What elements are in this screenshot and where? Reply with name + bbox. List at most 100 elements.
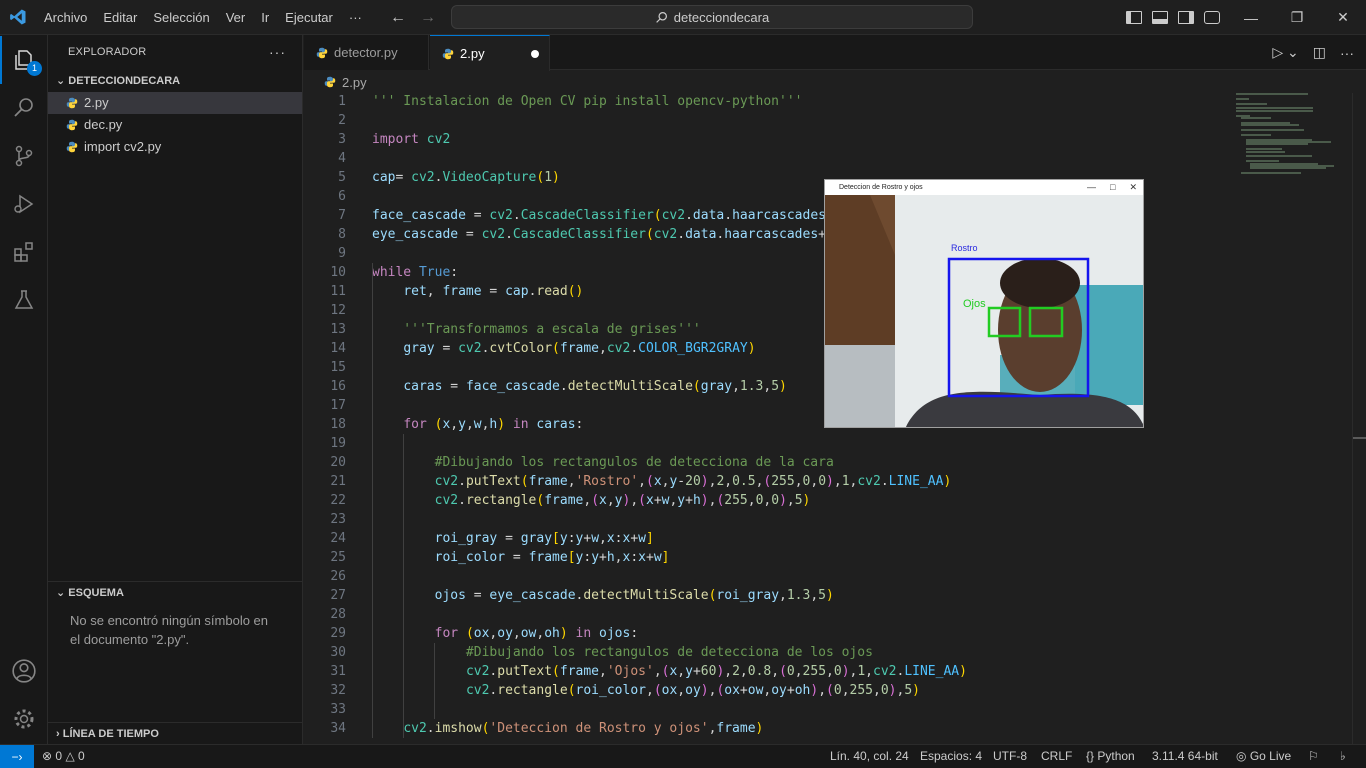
toggle-secondary-sidebar-icon[interactable]: [1178, 11, 1194, 24]
run-play-icon[interactable]: ▷ ⌄: [1272, 44, 1298, 61]
cursor-position[interactable]: Lín. 40, col. 24: [830, 745, 909, 768]
broadcast-icon: ◎: [1236, 749, 1247, 763]
code-line[interactable]: 19: [304, 434, 1366, 453]
line-number: 17: [330, 398, 346, 413]
code-text: #Dibujando los rectangulos de detecciona…: [465, 645, 873, 660]
remote-indicator-icon[interactable]: −›: [0, 745, 34, 768]
timeline-section-header[interactable]: › LÍNEA DE TIEMPO: [48, 722, 302, 744]
customize-layout-icon[interactable]: [1204, 11, 1220, 24]
accounts-icon[interactable]: [0, 647, 48, 695]
split-editor-icon[interactable]: ◫: [1313, 44, 1326, 61]
code-line[interactable]: 1 ''' Instalacion de Open CV pip install …: [304, 93, 1366, 111]
restore-icon[interactable]: ❐: [1274, 9, 1320, 26]
feedback-icon[interactable]: ⚐: [1308, 745, 1319, 768]
minimap-line: [1240, 133, 1271, 136]
outline-section-header[interactable]: ⌄ ESQUEMA: [48, 581, 302, 603]
close-window-icon[interactable]: ✕: [1320, 9, 1366, 26]
code-text: caras = face_cascade.detectMultiScale(gr…: [403, 379, 787, 394]
toggle-sidebar-icon[interactable]: [1126, 11, 1142, 24]
indentation[interactable]: Espacios: 4: [920, 745, 982, 768]
line-number: 1: [338, 94, 346, 109]
chevron-right-icon: ›: [56, 728, 60, 740]
forward-arrow-icon[interactable]: →: [420, 9, 436, 27]
folder-name: DETECCIONDECARA: [68, 75, 181, 87]
tab-2py[interactable]: 2.py: [430, 35, 550, 71]
line-number: 2: [338, 113, 346, 128]
code-line[interactable]: 26: [304, 567, 1366, 586]
code-line[interactable]: 32 cv2.rectangle(roi_color,(ox,oy),(ox+o…: [304, 681, 1366, 700]
toggle-panel-icon[interactable]: [1152, 11, 1168, 24]
editor-tabs: detector.py 2.py ▷ ⌄ ◫ ···: [304, 35, 1366, 71]
menu-archivo[interactable]: Archivo: [36, 0, 95, 35]
menu-seleccion[interactable]: Selección: [145, 0, 217, 35]
cam-minimize-icon[interactable]: —: [1087, 180, 1096, 195]
tab-detector[interactable]: detector.py: [304, 35, 429, 70]
code-line[interactable]: 28: [304, 605, 1366, 624]
code-line[interactable]: 27 ojos = eye_cascade.detectMultiScale(r…: [304, 586, 1366, 605]
menu-ejecutar[interactable]: Ejecutar: [277, 0, 341, 35]
folder-root[interactable]: ⌄ DETECCIONDECARA: [48, 70, 302, 92]
language-mode[interactable]: {} Python: [1086, 745, 1135, 768]
unsaved-dot-icon[interactable]: [531, 50, 539, 58]
go-live-button[interactable]: ◎ Go Live: [1236, 745, 1291, 768]
file-item-2py[interactable]: 2.py: [48, 92, 302, 114]
line-number: 10: [330, 265, 346, 280]
menu-more[interactable]: ···: [341, 0, 370, 35]
line-number: 4: [338, 151, 346, 166]
code-line[interactable]: 4: [304, 149, 1366, 168]
problems-indicator[interactable]: ⊗ 0 △ 0: [42, 745, 85, 768]
go-live-label: Go Live: [1249, 749, 1292, 763]
encoding[interactable]: UTF-8: [993, 745, 1027, 768]
back-arrow-icon[interactable]: ←: [390, 9, 406, 27]
cam-close-icon[interactable]: ✕: [1129, 180, 1137, 195]
code-line[interactable]: 22 cv2.rectangle(frame,(x,y),(x+w,y+h),(…: [304, 491, 1366, 510]
search-view-icon[interactable]: [0, 84, 48, 132]
camera-frame: Rostro Ojos: [825, 195, 1143, 427]
code-line[interactable]: 29 for (ox,oy,ow,oh) in ojos:: [304, 624, 1366, 643]
explorer-title-text: EXPLORADOR: [68, 46, 147, 58]
minimize-icon[interactable]: —: [1228, 10, 1274, 26]
code-line[interactable]: 23: [304, 510, 1366, 529]
run-debug-icon[interactable]: [0, 180, 48, 228]
code-line[interactable]: 3 import cv2: [304, 130, 1366, 149]
more-actions-icon[interactable]: ···: [1340, 45, 1354, 61]
line-number: 28: [330, 607, 346, 622]
camera-window[interactable]: Deteccion de Rostro y ojos — □ ✕ Rostro …: [824, 179, 1144, 428]
line-number: 19: [330, 436, 346, 451]
extensions-icon[interactable]: [0, 228, 48, 276]
code-line[interactable]: 24 roi_gray = gray[y:y+w,x:x+w]: [304, 529, 1366, 548]
explorer-more-button[interactable]: ···: [269, 35, 286, 70]
code-line[interactable]: 21 cv2.putText(frame,'Rostro',(x,y-20),2…: [304, 472, 1366, 491]
code-line[interactable]: 20 #Dibujando los rectangulos de detecci…: [304, 453, 1366, 472]
tab-label: detector.py: [334, 45, 398, 60]
explorer-icon[interactable]: 1: [0, 36, 48, 84]
file-item-import-cv2[interactable]: import cv2.py: [48, 136, 302, 158]
menu-ver[interactable]: Ver: [218, 0, 254, 35]
source-control-icon[interactable]: [0, 132, 48, 180]
command-center-search[interactable]: detecciondecara: [451, 5, 973, 29]
minimap-line: [1245, 155, 1312, 158]
minimap-line: [1240, 172, 1301, 175]
minimap[interactable]: [1236, 93, 1352, 183]
code-line[interactable]: 2: [304, 111, 1366, 130]
file-item-dec[interactable]: dec.py: [48, 114, 302, 136]
vscode-logo-icon: [0, 0, 36, 35]
testing-flask-icon[interactable]: [0, 276, 48, 324]
cam-maximize-icon[interactable]: □: [1110, 180, 1115, 195]
end-of-line[interactable]: CRLF: [1041, 745, 1072, 768]
code-line[interactable]: 30 #Dibujando los rectangulos de detecci…: [304, 643, 1366, 662]
vertical-scrollbar[interactable]: [1352, 93, 1366, 744]
python-interpreter[interactable]: 3.11.4 64-bit: [1152, 745, 1218, 768]
breadcrumb-file[interactable]: 2.py: [342, 75, 367, 90]
menu-ir[interactable]: Ir: [253, 0, 277, 35]
code-line[interactable]: 34 cv2.imshow('Deteccion de Rostro y ojo…: [304, 719, 1366, 738]
settings-gear-icon[interactable]: [0, 695, 48, 743]
code-line[interactable]: 25 roi_color = frame[y:y+h,x:x+w]: [304, 548, 1366, 567]
code-line[interactable]: 33: [304, 700, 1366, 719]
code-text: for (x,y,w,h) in caras:: [403, 417, 584, 432]
notifications-bell-icon[interactable]: ♭: [1340, 745, 1346, 768]
code-text: cv2.putText(frame,'Rostro',(x,y-20),2,0.…: [434, 474, 952, 489]
file-name: import cv2.py: [84, 139, 162, 154]
code-line[interactable]: 31 cv2.putText(frame,'Ojos',(x,y+60),2,0…: [304, 662, 1366, 681]
menu-editar[interactable]: Editar: [95, 0, 145, 35]
